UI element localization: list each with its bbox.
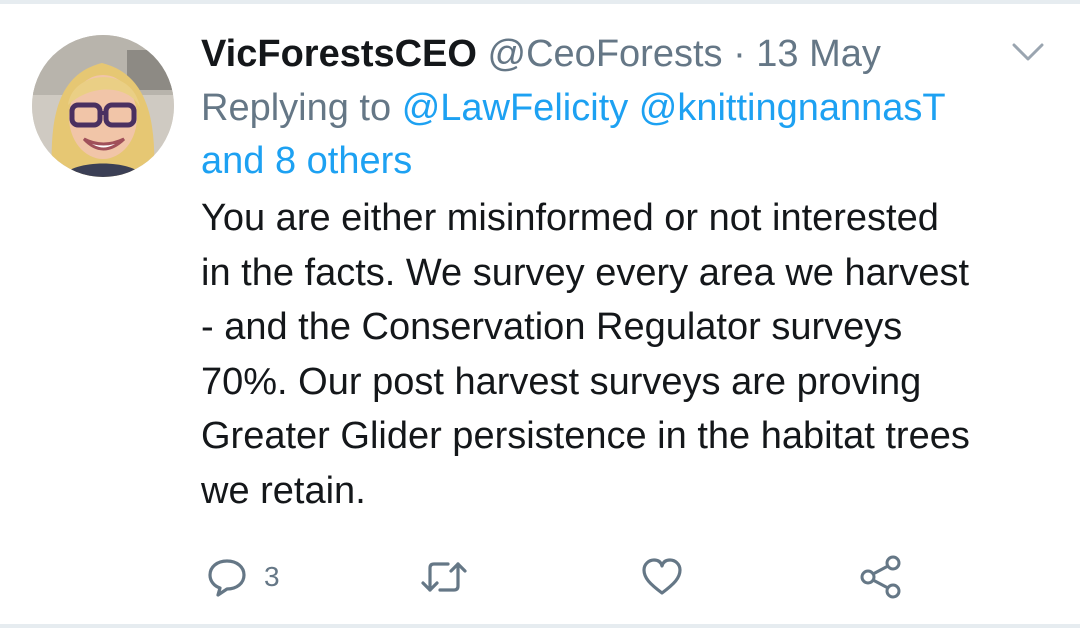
reply-button[interactable]: 3 (206, 550, 280, 604)
heart-icon (642, 558, 682, 595)
reply-count: 3 (264, 561, 280, 592)
tweet-text-line: we retain. (201, 469, 366, 512)
author-handle[interactable]: @CeoForests (488, 33, 723, 75)
author-name[interactable]: VicForestsCEO (201, 33, 477, 75)
share-button[interactable] (858, 550, 904, 604)
tweet-text: You are either misinformed or not intere… (201, 191, 1051, 518)
share-icon (860, 555, 901, 599)
replying-to: Replying to @LawFelicity @knittingnannas… (201, 82, 1051, 188)
bottom-divider (0, 624, 1080, 628)
mention-link[interactable]: @knittingnannasT (639, 87, 946, 129)
reply-icon (208, 559, 246, 597)
avatar[interactable] (32, 35, 174, 177)
tweet-text-line: You are either misinformed or not intere… (201, 197, 939, 239)
mention-link[interactable]: @LawFelicity (402, 87, 629, 129)
tweet-actions: 3 (0, 550, 1080, 604)
tweet-text-line: 70%. Our post harvest surveys are provin… (201, 360, 922, 403)
tweet-date[interactable]: 13 May (756, 33, 881, 75)
tweet-header: VicForestsCEO @CeoForests · 13 May (201, 26, 1051, 82)
replying-prefix: Replying to (201, 87, 392, 129)
top-divider (0, 0, 1080, 4)
tweet-text-line: - and the Conservation Regulator surveys (201, 306, 903, 348)
tweet-text-line: in the facts. We survey every area we ha… (201, 251, 970, 294)
retweet-button[interactable] (420, 550, 468, 604)
like-button[interactable] (640, 550, 684, 604)
others-link[interactable]: and 8 others (201, 140, 412, 182)
header-separator: · (733, 33, 746, 75)
tweet-body: VicForestsCEO @CeoForests · 13 May Reply… (201, 26, 1051, 518)
tweet-text-line: Greater Glider persistence in the habita… (201, 415, 970, 457)
retweet-icon (421, 562, 467, 592)
chevron-down-icon[interactable] (1010, 40, 1046, 64)
